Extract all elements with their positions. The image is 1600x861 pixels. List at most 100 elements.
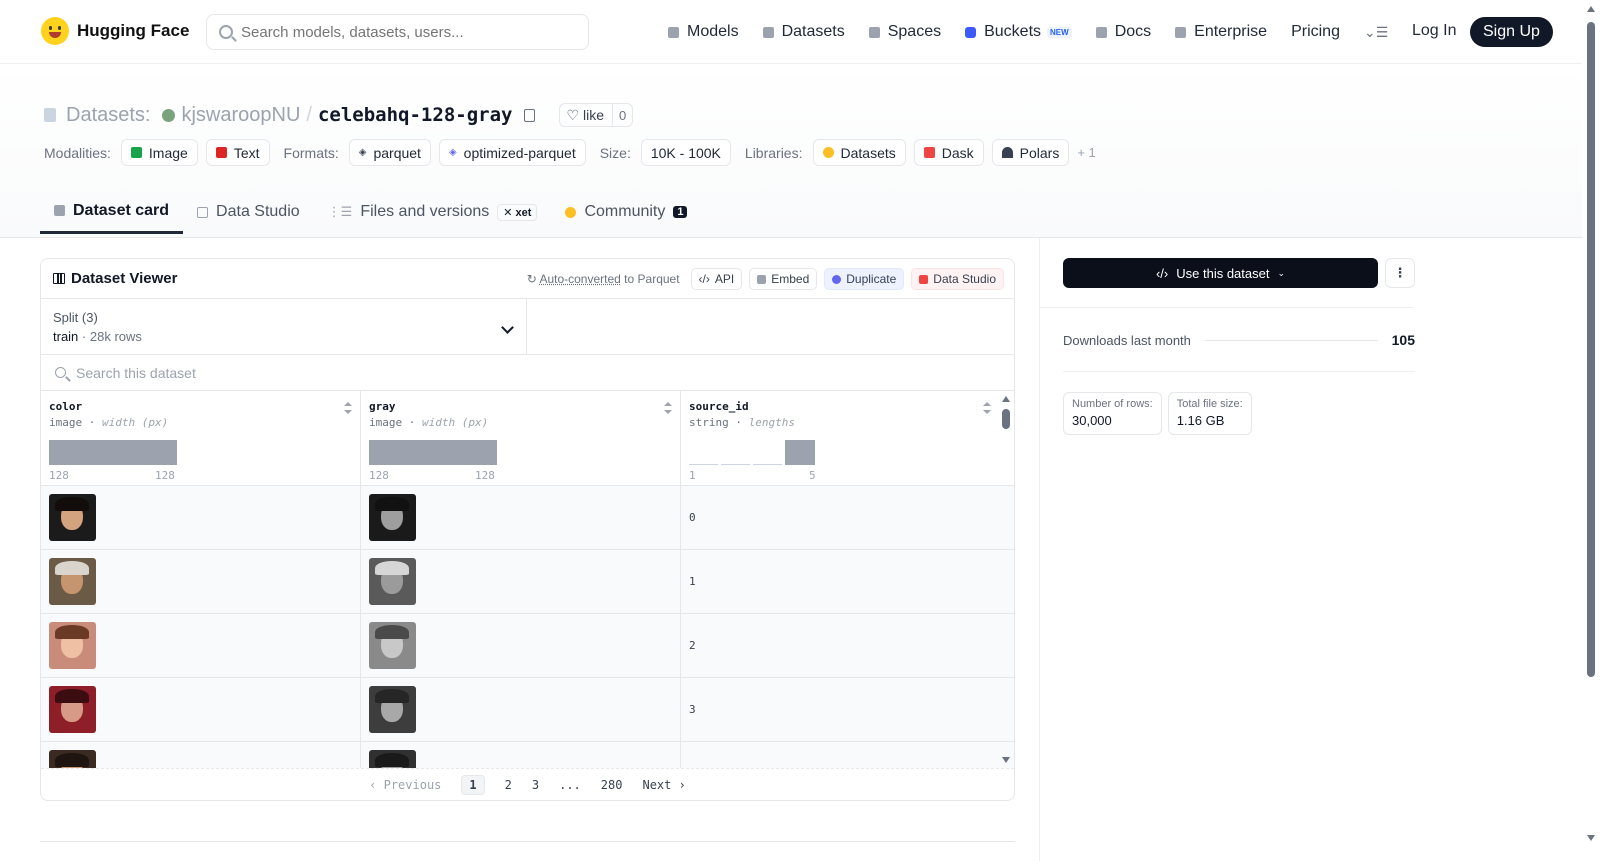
scrollbar-thumb[interactable]	[1587, 22, 1595, 677]
nav-link-enterprise[interactable]: Enterprise	[1175, 18, 1267, 46]
nav-link-docs[interactable]: Docs	[1095, 18, 1151, 46]
auto-converted-note[interactable]: ↻ Auto-converted to Parquet	[527, 272, 680, 286]
gray-face-thumbnail[interactable]	[369, 686, 416, 733]
column-header-source-id[interactable]: source_id string · lengths 1 5	[681, 391, 999, 485]
page-2-button[interactable]: 2	[505, 778, 512, 792]
column-header-gray[interactable]: gray image · width (px) 128 128	[361, 391, 681, 485]
nav-link-pricing[interactable]: Pricing	[1291, 18, 1340, 46]
embed-button[interactable]: Embed	[749, 268, 818, 290]
scrollbar-thumb[interactable]	[1002, 409, 1010, 429]
gray-face-thumbnail[interactable]	[369, 558, 416, 605]
size-label: Size:	[599, 144, 631, 161]
use-this-dataset-button[interactable]: ‹/› Use this dataset ⌄	[1063, 258, 1378, 288]
cell-color-image[interactable]	[41, 486, 361, 549]
dataset-search[interactable]: Search this dataset	[41, 355, 1014, 391]
scroll-up-icon[interactable]	[1002, 396, 1010, 402]
brand-logo-link[interactable]: Hugging Face	[41, 17, 189, 45]
data-studio-button[interactable]: Data Studio	[911, 268, 1004, 290]
tag-library-dask[interactable]: Dask	[913, 139, 984, 166]
duplicate-button[interactable]: Duplicate	[824, 268, 905, 290]
copy-icon[interactable]	[524, 108, 536, 122]
page-3-button[interactable]: 3	[532, 778, 539, 792]
cell-color-image[interactable]	[41, 742, 361, 768]
login-link[interactable]: Log In	[1412, 22, 1456, 40]
next-page-button[interactable]: Next ›	[642, 778, 685, 792]
sidebar-divider	[1063, 371, 1415, 372]
tag-library-polars[interactable]: Polars	[991, 139, 1070, 166]
nav-link-label: Pricing	[1291, 23, 1340, 40]
cell-gray-image[interactable]	[361, 486, 681, 549]
table-row[interactable]: 1	[41, 550, 1014, 614]
global-search-input[interactable]	[241, 23, 561, 41]
more-options-button[interactable]: ⋮	[1385, 258, 1415, 288]
repo-tabs: Dataset card Data Studio ⋮☰ Files and ver…	[40, 190, 701, 235]
section-link[interactable]: Datasets:	[66, 104, 150, 127]
tab-files-and-versions[interactable]: ⋮☰ Files and versions ✕ xet	[314, 190, 552, 234]
cell-color-image[interactable]	[41, 614, 361, 677]
color-face-thumbnail[interactable]	[49, 686, 96, 733]
previous-page-button[interactable]: ‹ Previous	[369, 778, 441, 792]
global-search[interactable]	[206, 14, 589, 50]
cell-gray-image[interactable]	[361, 550, 681, 613]
color-face-thumbnail[interactable]	[49, 558, 96, 605]
table-row[interactable]: 2	[41, 614, 1014, 678]
gray-face-thumbnail[interactable]	[369, 622, 416, 669]
libraries-label: Libraries:	[744, 144, 803, 161]
signup-button[interactable]: Sign Up	[1470, 17, 1553, 47]
cell-gray-image[interactable]	[361, 742, 681, 768]
sort-icon[interactable]	[344, 402, 352, 414]
owner-link[interactable]: kjswaroopNU	[181, 104, 300, 127]
more-libraries[interactable]: + 1	[1077, 145, 1095, 160]
scroll-down-icon[interactable]	[1002, 757, 1010, 763]
sort-icon[interactable]	[983, 402, 991, 414]
table-scrollbar[interactable]	[1000, 391, 1012, 768]
tag-optimized-parquet[interactable]: ◈ optimized-parquet	[438, 139, 586, 166]
tab-label: Data Studio	[216, 203, 300, 220]
nav-link-models[interactable]: Models	[668, 18, 739, 46]
nav-link-buckets[interactable]: Buckets NEW	[965, 18, 1072, 46]
tab-community[interactable]: Community 1	[551, 190, 701, 234]
color-face-thumbnail[interactable]	[49, 622, 96, 669]
tab-dataset-card[interactable]: Dataset card	[40, 190, 184, 234]
like-button[interactable]: ♡ like 0	[559, 103, 634, 127]
column-stat: width (px)	[422, 416, 489, 429]
auto-converted-link[interactable]: Auto-converted	[539, 272, 620, 286]
table-row[interactable]: 0	[41, 486, 1014, 550]
color-face-thumbnail[interactable]	[49, 750, 96, 768]
color-face-thumbnail[interactable]	[49, 494, 96, 541]
table-row[interactable]: 3	[41, 678, 1014, 742]
page-ellipsis: ...	[559, 778, 581, 792]
nav-link-datasets[interactable]: Datasets	[762, 18, 845, 46]
pagination: ‹ Previous 1 2 3 ... 280 Next ›	[41, 768, 1014, 800]
tag-size[interactable]: 10K - 100K	[640, 139, 731, 166]
column-stat: width (px)	[102, 416, 169, 429]
gray-face-thumbnail[interactable]	[369, 750, 416, 768]
tag-image[interactable]: Image	[120, 139, 198, 166]
cell-color-image[interactable]	[41, 550, 361, 613]
table-grid-icon	[53, 273, 65, 284]
gray-face-thumbnail[interactable]	[369, 494, 416, 541]
api-button[interactable]: ‹/› API	[690, 268, 743, 290]
table-row[interactable]	[41, 742, 1014, 768]
tag-library-datasets[interactable]: Datasets	[812, 139, 906, 166]
optimized-parquet-icon: ◈	[448, 147, 457, 158]
tag-parquet[interactable]: ◈ parquet	[348, 139, 431, 166]
to-parquet-text: to Parquet	[624, 272, 680, 286]
nav-link-spaces[interactable]: Spaces	[868, 18, 941, 46]
repo-name[interactable]: celebahq-128-gray	[318, 104, 512, 126]
page-280-button[interactable]: 280	[601, 778, 623, 792]
sort-icon[interactable]	[664, 402, 672, 414]
tag-text[interactable]: Text	[205, 139, 270, 166]
page-1-button[interactable]: 1	[461, 775, 485, 795]
more-menu-icon[interactable]: ⌄☰	[1364, 24, 1388, 41]
tab-data-studio[interactable]: Data Studio	[183, 190, 314, 234]
cell-gray-image[interactable]	[361, 614, 681, 677]
column-header-color[interactable]: color image · width (px) 128 128	[41, 391, 361, 485]
cell-gray-image[interactable]	[361, 678, 681, 741]
page-scrollbar[interactable]	[1582, 0, 1600, 861]
scroll-down-icon[interactable]	[1587, 835, 1595, 841]
scroll-up-icon[interactable]	[1587, 6, 1595, 12]
split-select[interactable]: Split (3) train · 28k rows	[41, 299, 527, 354]
dataset-search-placeholder: Search this dataset	[76, 364, 196, 381]
cell-color-image[interactable]	[41, 678, 361, 741]
